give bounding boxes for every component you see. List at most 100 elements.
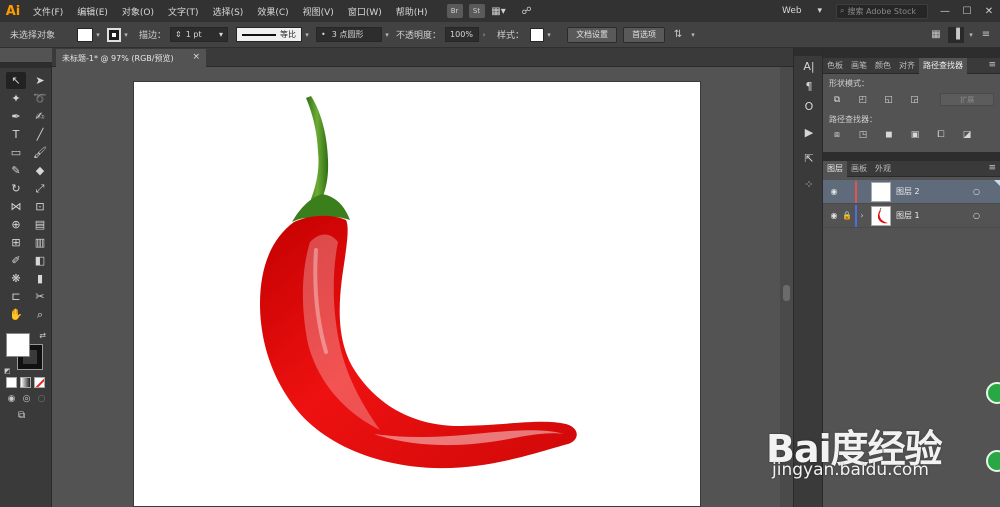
close-window-button[interactable]: ✕ (978, 0, 1000, 22)
tab-swatches[interactable]: 色板 (823, 58, 847, 74)
stock-search-input[interactable]: ⌕ 搜索 Adobe Stock (836, 3, 928, 19)
stroke-label[interactable]: 描边： (139, 28, 166, 41)
chevron-down-icon[interactable]: ▾ (966, 31, 976, 39)
style-label[interactable]: 样式： (497, 28, 524, 41)
draw-behind-icon[interactable]: ◎ (21, 393, 32, 404)
expand-button[interactable]: 扩展 (940, 93, 994, 106)
panel-grip[interactable] (823, 48, 1000, 58)
chevron-down-icon[interactable]: ▾ (121, 31, 131, 39)
stock-icon[interactable]: St (468, 4, 485, 18)
pen-tool-icon[interactable]: ✒ (6, 108, 26, 125)
vertical-scrollbar[interactable] (780, 67, 793, 507)
graphic-style-swatch[interactable] (530, 27, 545, 42)
export-panel-icon[interactable]: ⇱ (794, 148, 824, 168)
mesh-tool-icon[interactable]: ⊞ (6, 234, 26, 251)
width-tool-icon[interactable]: ⋈ (6, 198, 26, 215)
menu-file[interactable]: 文件(F) (26, 5, 70, 18)
slice-tool-icon[interactable]: ✂ (30, 288, 50, 305)
scrollbar-thumb[interactable] (783, 285, 790, 301)
layer-name[interactable]: 图层 1 (896, 210, 920, 221)
tab-color[interactable]: 颜色 (871, 58, 895, 74)
lock-icon[interactable]: 🔒 (841, 211, 853, 220)
workspace-switcher[interactable]: Web ▾ (778, 3, 826, 19)
shaper-tool-icon[interactable]: ✎ (6, 162, 26, 179)
paintbrush-tool-icon[interactable]: 🖌 (30, 144, 50, 161)
menu-window[interactable]: 窗口(W) (341, 5, 389, 18)
canvas-area[interactable] (52, 67, 780, 507)
default-fill-stroke-icon[interactable]: ◩ (4, 367, 11, 375)
opentype-panel-icon[interactable]: O (794, 96, 824, 116)
gpu-performance-icon[interactable]: ☍ (519, 4, 535, 18)
chevron-down-icon[interactable]: ▾ (302, 31, 312, 39)
selection-tool-icon[interactable]: ↖ (6, 72, 26, 89)
fill-color-box[interactable] (6, 333, 30, 357)
swap-fill-stroke-icon[interactable]: ⇄ (39, 331, 46, 340)
tab-appearance[interactable]: 外观 (871, 161, 895, 177)
chevron-right-icon[interactable]: › (857, 211, 867, 220)
menu-help[interactable]: 帮助(H) (389, 5, 435, 18)
preferences-button[interactable]: 首选项 (623, 26, 666, 43)
draw-inside-icon[interactable]: ○ (36, 393, 47, 404)
eraser-tool-icon[interactable]: ◆ (30, 162, 50, 179)
align-icon[interactable]: ⇅ (670, 27, 686, 43)
chevron-down-icon[interactable]: ▾ (219, 30, 223, 39)
color-mode-button[interactable] (6, 377, 17, 388)
bridge-icon[interactable]: Br (446, 4, 463, 18)
intersect-icon[interactable]: ◱ (881, 94, 897, 106)
paragraph-panel-icon[interactable]: ¶ (794, 76, 824, 96)
column-graph-tool-icon[interactable]: ▮ (30, 270, 50, 287)
stroke-profile-select[interactable]: 等比 (236, 27, 303, 42)
rectangle-tool-icon[interactable]: ▭ (6, 144, 26, 161)
tab-artboards[interactable]: 画板 (847, 161, 871, 177)
merge-icon[interactable]: ◼ (881, 129, 897, 141)
chevron-down-icon[interactable]: ▾ (688, 31, 698, 39)
panel-layout-icon[interactable]: ▐ (948, 26, 964, 43)
panel-menu-icon[interactable]: ≡ (988, 163, 996, 173)
stepper-icon[interactable]: ⇕ (175, 30, 182, 39)
asset-export-panel-icon[interactable]: ⁘ (794, 174, 824, 194)
menu-effect[interactable]: 效果(C) (250, 5, 295, 18)
eye-icon[interactable]: ◉ (827, 187, 841, 196)
panel-grip[interactable] (794, 48, 822, 56)
brush-select[interactable]: • 3 点圆形 (316, 27, 383, 42)
tab-align[interactable]: 对齐 (895, 58, 919, 74)
fill-swatch[interactable] (77, 27, 94, 42)
menu-type[interactable]: 文字(T) (161, 5, 206, 18)
menu-view[interactable]: 视图(V) (296, 5, 341, 18)
lasso-tool-icon[interactable]: ➰ (30, 90, 50, 107)
gradient-tool-icon[interactable]: ▥ (30, 234, 50, 251)
maximize-button[interactable]: ☐ (956, 0, 978, 22)
target-icon[interactable]: ○ (973, 211, 980, 220)
document-setup-button[interactable]: 文档设置 (567, 26, 618, 43)
artboard-tool-icon[interactable]: ⊏ (6, 288, 26, 305)
stroke-weight-field[interactable]: ⇕ 1 pt ▾ (170, 27, 229, 42)
gradient-mode-button[interactable] (20, 377, 31, 388)
document-tab[interactable]: 未标题-1* @ 97% (RGB/预览) × (56, 49, 206, 67)
outline-icon[interactable]: ⧠ (933, 129, 949, 141)
line-segment-tool-icon[interactable]: ╱ (30, 126, 50, 143)
shape-builder-tool-icon[interactable]: ⊕ (6, 216, 26, 233)
close-icon[interactable]: × (192, 52, 200, 62)
none-mode-button[interactable] (34, 377, 45, 388)
arrange-documents-icon[interactable]: ▦▾ (491, 4, 507, 18)
eye-icon[interactable]: ◉ (827, 211, 841, 220)
crop-icon[interactable]: ▣ (907, 129, 923, 141)
type-tool-icon[interactable]: T (6, 126, 26, 143)
opacity-label[interactable]: 不透明度： (396, 28, 441, 41)
tab-layers[interactable]: 图层 (823, 160, 847, 177)
draw-normal-icon[interactable]: ◉ (6, 393, 17, 404)
layer-row[interactable]: ◉ 🔒 › 图层 1 ○ (823, 204, 1000, 228)
curvature-tool-icon[interactable]: ✍ (30, 108, 50, 125)
magic-wand-tool-icon[interactable]: ✦ (6, 90, 26, 107)
stroke-swatch[interactable] (107, 27, 122, 42)
perspective-grid-tool-icon[interactable]: ▤ (30, 216, 50, 233)
control-bar-menu-icon[interactable]: ≡ (978, 27, 994, 43)
eyedropper-tool-icon[interactable]: ✐ (6, 252, 26, 269)
tab-brushes[interactable]: 画笔 (847, 58, 871, 74)
blend-tool-icon[interactable]: ◧ (30, 252, 50, 269)
layer-name[interactable]: 图层 2 (896, 186, 920, 197)
menu-edit[interactable]: 编辑(E) (70, 5, 115, 18)
menu-object[interactable]: 对象(O) (115, 5, 161, 18)
symbol-sprayer-tool-icon[interactable]: ❋ (6, 270, 26, 287)
layer-row[interactable]: ◉ 图层 2 ○ (823, 180, 1000, 204)
